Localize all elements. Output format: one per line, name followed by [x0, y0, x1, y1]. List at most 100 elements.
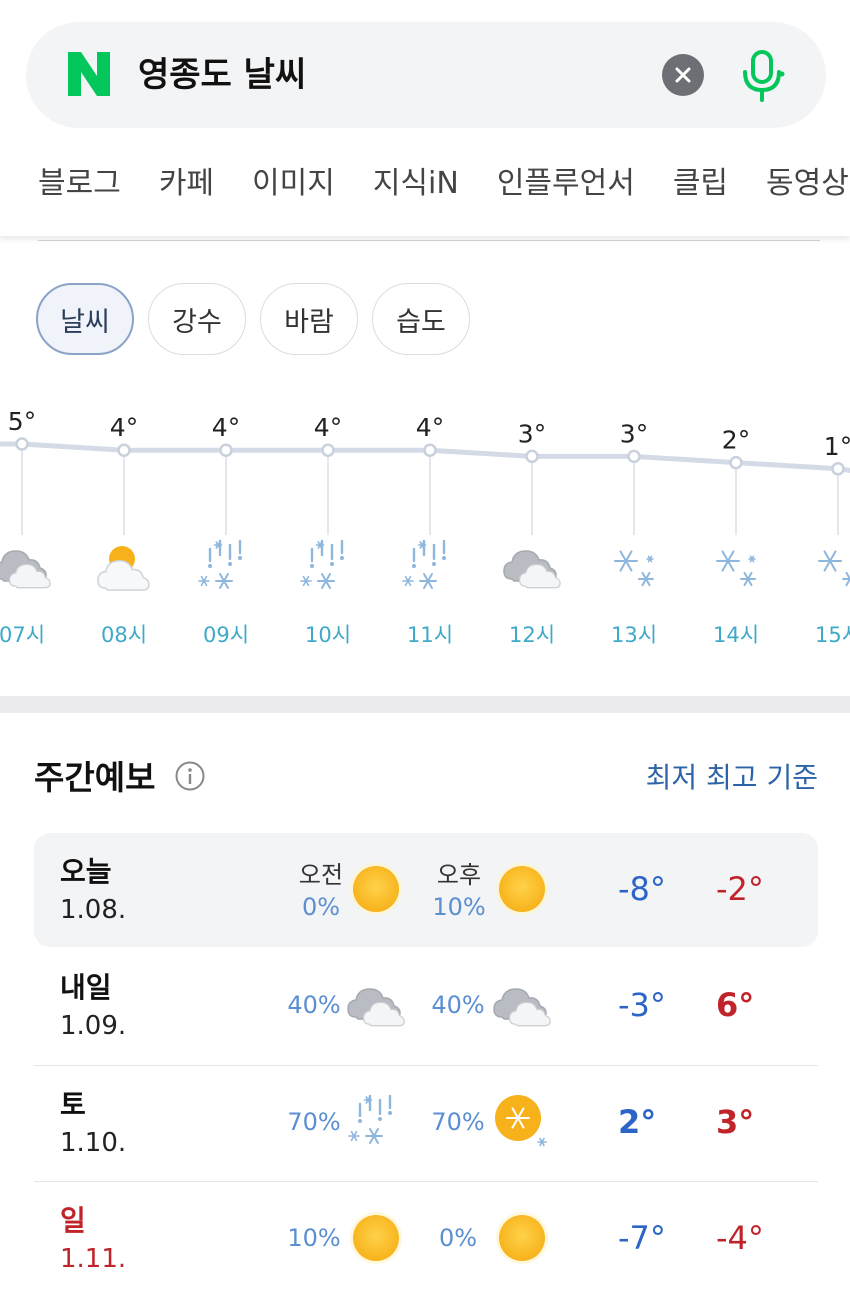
hour-label: 15시 — [815, 623, 850, 647]
pm-precip-chance: 10% — [424, 893, 494, 921]
chip-wind[interactable]: 바람 — [260, 283, 358, 355]
day-name: 일 — [60, 1204, 86, 1238]
day-date: 1.10. — [60, 1126, 126, 1160]
high-temperature: 3° — [716, 1102, 754, 1142]
hourly-forecast-chart[interactable]: 5° 07시 4° 08시 4° 09시 4° 10시 4° 11시 3° 12시 3° 13시 2° 14시… — [0, 385, 850, 675]
pm-precip-chance: 0% — [426, 1224, 490, 1252]
search-tabs: 블로그 카페 이미지 지식iN 인플루언서 클립 동영상 — [38, 162, 849, 206]
high-temperature: -2° — [716, 869, 764, 909]
low-temperature: -7° — [618, 1218, 666, 1258]
sun-snow-icon — [490, 1090, 554, 1154]
sunny-icon — [344, 857, 408, 921]
hourly-item[interactable]: 2° 14시 — [713, 426, 759, 647]
hour-label: 11시 — [407, 623, 453, 647]
search-bar[interactable]: 영종도 날씨 — [26, 22, 826, 128]
temperature-point — [221, 445, 232, 456]
hour-temperature: 4° — [110, 413, 138, 442]
search-query[interactable]: 영종도 날씨 — [138, 52, 306, 98]
info-icon[interactable] — [174, 760, 206, 792]
weekly-day-row[interactable]: 내일 1.09. 40% 40% -3° 6° — [34, 949, 818, 1063]
temperature-point — [119, 445, 130, 456]
cloudy-icon — [0, 551, 50, 588]
hour-label: 09시 — [203, 623, 249, 647]
tab-influencer[interactable]: 인플루언서 — [497, 162, 635, 206]
day-date: 1.09. — [60, 1009, 126, 1043]
temperature-point — [323, 445, 334, 456]
day-date: 1.11. — [60, 1242, 126, 1276]
high-temperature: 6° — [716, 985, 754, 1025]
section-separator — [0, 696, 850, 713]
rain-snow-icon — [199, 541, 242, 588]
day-name: 오늘 — [60, 855, 112, 889]
chip-weather[interactable]: 날씨 — [36, 283, 134, 355]
cloudy-icon — [490, 973, 554, 1037]
naver-logo-icon[interactable] — [66, 50, 112, 98]
sunny-icon — [490, 1206, 554, 1270]
tab-cafe[interactable]: 카페 — [159, 162, 214, 206]
hour-temperature: 2° — [722, 426, 750, 455]
sunny-icon — [344, 1206, 408, 1270]
microphone-icon[interactable] — [738, 48, 786, 102]
rain-snow-icon — [344, 1090, 408, 1154]
hour-label: 13시 — [611, 623, 657, 647]
day-name: 토 — [60, 1088, 86, 1122]
divider — [38, 240, 820, 241]
rain-snow-icon — [301, 541, 344, 588]
am-precip-chance: 40% — [282, 991, 346, 1019]
hour-label: 10시 — [305, 623, 351, 647]
temperature-point — [833, 463, 844, 474]
am-precip-chance: 10% — [282, 1224, 346, 1252]
weekly-day-row[interactable]: 토 1.10. 70% 70% 2° 3° — [34, 1066, 818, 1180]
tab-kin[interactable]: 지식iN — [373, 162, 459, 206]
cloudy-icon — [504, 551, 560, 588]
sunny-icon — [490, 857, 554, 921]
hour-temperature: 4° — [212, 413, 240, 442]
cloudy-icon — [344, 973, 408, 1037]
hour-label: 07시 — [0, 623, 45, 647]
hour-temperature: 1° — [824, 432, 850, 461]
search-header: 영종도 날씨 블로그 카페 이미지 지식iN 인플루언서 클립 동영상 — [0, 0, 850, 236]
low-temperature: -8° — [618, 869, 666, 909]
hourly-item[interactable]: 1° 15시 — [815, 432, 850, 647]
sort-criteria-link[interactable]: 최저 최고 기준 — [646, 760, 818, 796]
tab-video[interactable]: 동영상 — [766, 162, 849, 206]
low-temperature: -3° — [618, 985, 666, 1025]
pm-precip-chance: 70% — [426, 1108, 490, 1136]
tab-image[interactable]: 이미지 — [252, 162, 335, 206]
weekly-day-row[interactable]: 일 1.11. 10% 0% -7° -4° — [34, 1182, 818, 1296]
hour-temperature: 3° — [620, 419, 648, 448]
pm-label: 오후 — [424, 861, 494, 889]
clear-icon[interactable] — [662, 54, 704, 96]
pm-precip-chance: 40% — [426, 991, 490, 1019]
weekly-forecast-title: 주간예보 — [34, 758, 155, 798]
partly-cloudy-icon — [98, 546, 149, 590]
hour-temperature: 4° — [416, 413, 444, 442]
weather-filter-chips: 날씨 강수 바람 습도 — [36, 283, 470, 355]
snow-icon — [717, 551, 755, 585]
hour-label: 12시 — [509, 623, 555, 647]
temperature-point — [731, 457, 742, 468]
low-temperature: 2° — [618, 1102, 656, 1142]
hour-temperature: 5° — [8, 407, 36, 436]
hour-label: 14시 — [713, 623, 759, 647]
rain-snow-icon — [403, 541, 446, 588]
hour-label: 08시 — [101, 623, 147, 647]
temperature-point — [17, 439, 28, 450]
hour-temperature: 3° — [518, 419, 546, 448]
temperature-point — [527, 451, 538, 462]
chip-precipitation[interactable]: 강수 — [148, 283, 246, 355]
temperature-point — [425, 445, 436, 456]
hourly-item[interactable]: 3° 13시 — [611, 419, 657, 647]
hour-temperature: 4° — [314, 413, 342, 442]
am-precip-chance: 70% — [282, 1108, 346, 1136]
high-temperature: -4° — [716, 1218, 764, 1258]
temperature-point — [629, 451, 640, 462]
tab-clip[interactable]: 클립 — [673, 162, 728, 206]
tab-blog[interactable]: 블로그 — [38, 162, 121, 206]
chip-humidity[interactable]: 습도 — [372, 283, 470, 355]
day-date: 1.08. — [60, 893, 126, 927]
snow-icon — [615, 551, 653, 585]
weekly-day-row[interactable]: 오늘1.08.오전0%오후10%-8°-2° — [34, 833, 818, 947]
snow-icon — [819, 551, 850, 585]
day-name: 내일 — [60, 971, 112, 1005]
